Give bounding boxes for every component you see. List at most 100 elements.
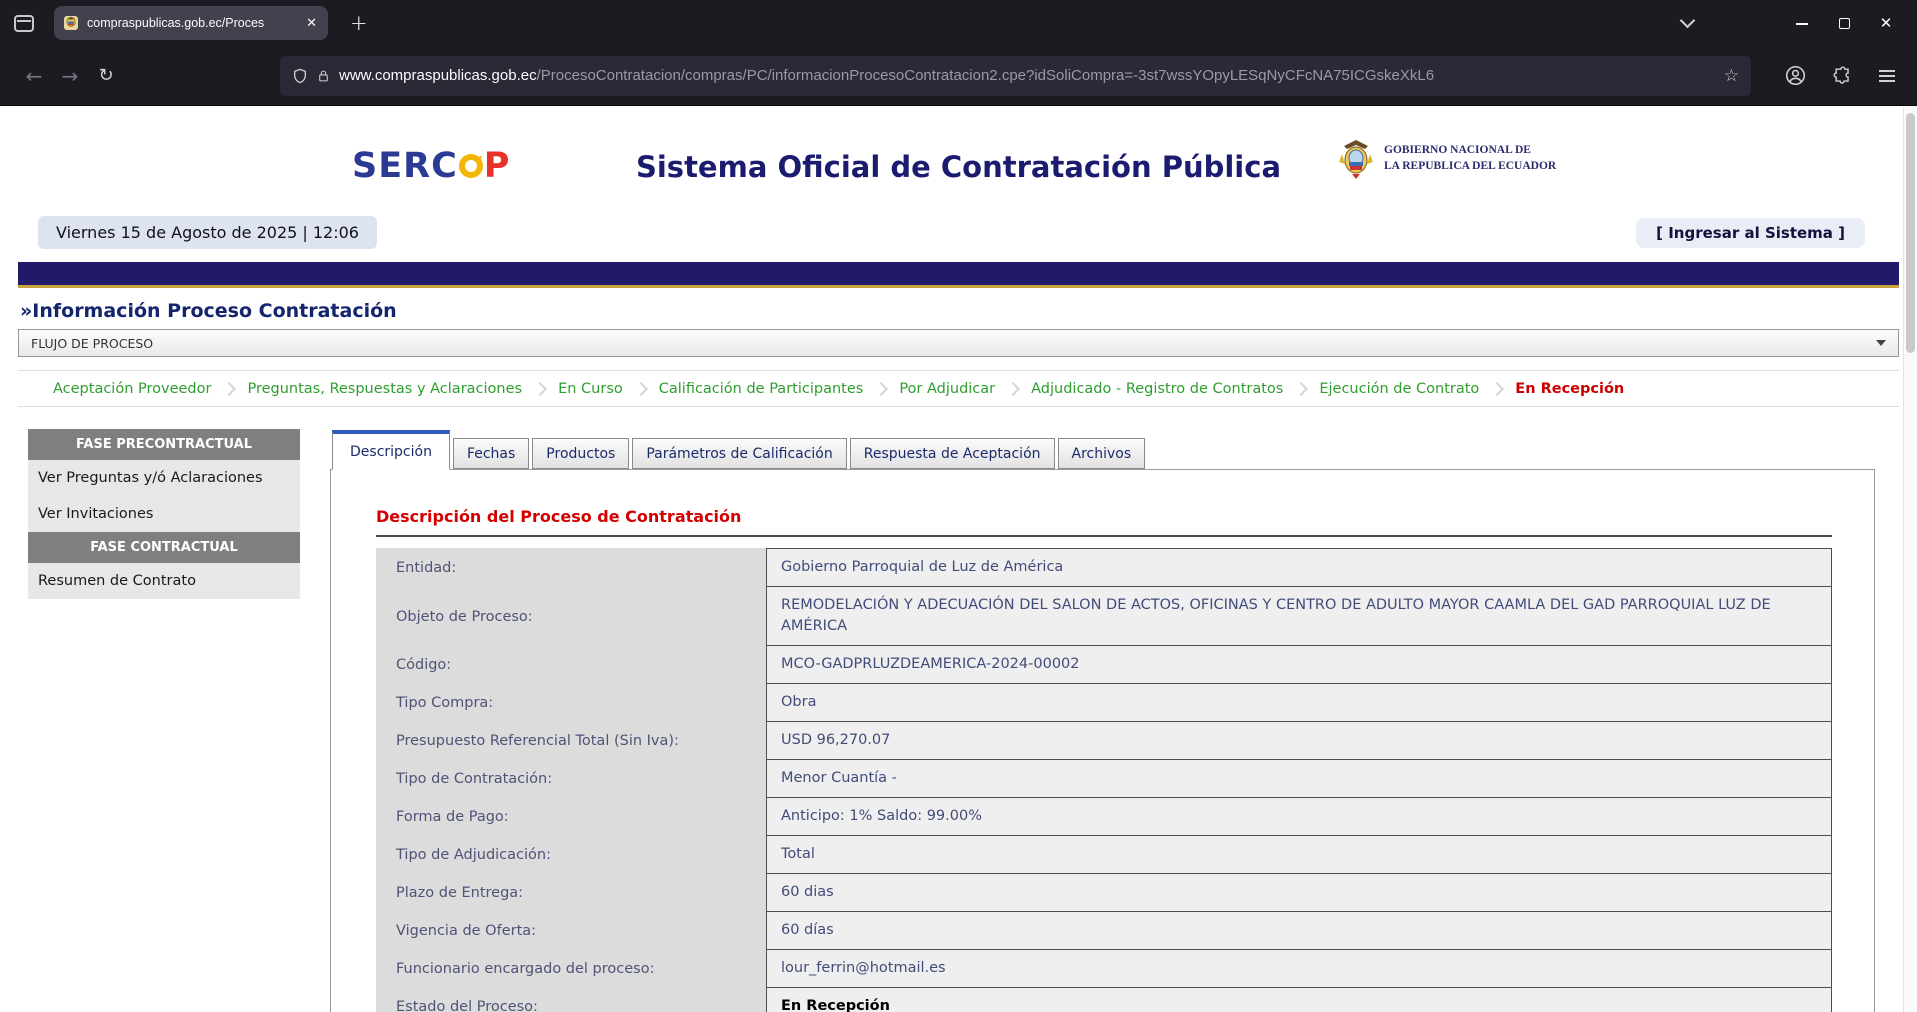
table-row: Tipo Compra:Obra <box>376 684 1832 722</box>
window-maximize-button[interactable] <box>1823 14 1865 32</box>
process-steps-breadcrumb: Aceptación Proveedor Preguntas, Respuest… <box>18 370 1899 407</box>
row-value: Anticipo: 1% Saldo: 99.00% <box>766 798 1832 836</box>
menu-hamburger-icon[interactable] <box>1879 67 1895 85</box>
process-flow-select-label: FLUJO DE PROCESO <box>31 336 153 351</box>
row-value: USD 96,270.07 <box>766 722 1832 760</box>
row-value: Total <box>766 836 1832 874</box>
navy-divider-bar <box>18 262 1899 288</box>
url-text: www.compraspublicas.gob.ec/ProcesoContra… <box>339 67 1715 84</box>
list-all-tabs-icon[interactable] <box>1680 13 1696 29</box>
sidebar: FASE PRECONTRACTUAL Ver Preguntas y/ó Ac… <box>28 429 300 599</box>
account-icon[interactable] <box>1785 65 1806 86</box>
table-row: Funcionario encargado del proceso:lour_f… <box>376 950 1832 988</box>
reload-icon[interactable]: ↻ <box>88 65 124 86</box>
row-value: MCO-GADPRLUZDEAMERICA-2024-00002 <box>766 646 1832 684</box>
row-label: Forma de Pago: <box>376 798 766 836</box>
date-login-row: Viernes 15 de Agosto de 2025 | 12:06 [ I… <box>0 210 1917 249</box>
window-minimize-button[interactable] <box>1781 14 1823 32</box>
browser-nav-bar: ← → ↻ www.compraspublicas.gob.ec/Proceso… <box>0 46 1917 106</box>
browser-tab[interactable]: compraspublicas.gob.ec/Proces ✕ <box>54 6 328 40</box>
table-row: Vigencia de Oferta:60 días <box>376 912 1832 950</box>
tab-productos[interactable]: Productos <box>532 438 629 469</box>
nav-right-cluster <box>1785 65 1895 86</box>
url-host: www.compraspublicas.gob.ec <box>339 67 537 84</box>
step-calificacion-participantes[interactable]: Calificación de Participantes <box>646 381 877 397</box>
tab-close-icon[interactable]: ✕ <box>304 16 319 31</box>
table-row: Objeto de Proceso:REMODELACIÓN Y ADECUAC… <box>376 587 1832 646</box>
row-label: Tipo de Contratación: <box>376 760 766 798</box>
row-value: 60 días <box>766 912 1832 950</box>
tracking-shield-icon[interactable] <box>292 67 308 85</box>
firefox-view-icon[interactable] <box>14 15 34 32</box>
table-row: Tipo de Adjudicación:Total <box>376 836 1832 874</box>
row-label: Código: <box>376 646 766 684</box>
table-row: Plazo de Entrega:60 dias <box>376 874 1832 912</box>
sidebar-item-ver-invitaciones[interactable]: Ver Invitaciones <box>28 496 300 532</box>
browser-window: compraspublicas.gob.ec/Proces ✕ + ✕ ← → … <box>0 0 1917 1012</box>
site-favicon-icon <box>63 15 79 31</box>
page-scrollbar[interactable] <box>1903 107 1917 1012</box>
row-label: Funcionario encargado del proceso: <box>376 950 766 988</box>
process-detail-table: Entidad:Gobierno Parroquial de Luz de Am… <box>376 548 1832 1012</box>
main-content: Descripción Fechas Productos Parámetros … <box>330 429 1875 1012</box>
process-flow-select[interactable]: FLUJO DE PROCESO <box>18 329 1899 357</box>
site-title: Sistema Oficial de Contratación Pública <box>0 150 1917 184</box>
detail-tabs: Descripción Fechas Productos Parámetros … <box>330 429 1875 469</box>
table-row: Tipo de Contratación:Menor Cuantía - <box>376 760 1832 798</box>
url-bar[interactable]: www.compraspublicas.gob.ec/ProcesoContra… <box>280 56 1751 96</box>
government-logo-line2: LA REPUBLICA DEL ECUADOR <box>1384 159 1556 175</box>
ecuador-coat-of-arms-icon <box>1338 136 1374 182</box>
bookmark-star-icon[interactable]: ☆ <box>1724 66 1739 86</box>
row-label: Presupuesto Referencial Total (Sin Iva): <box>376 722 766 760</box>
step-adjudicado-registro[interactable]: Adjudicado - Registro de Contratos <box>1018 381 1296 397</box>
back-icon[interactable]: ← <box>16 64 52 88</box>
step-ejecucion-contrato[interactable]: Ejecución de Contrato <box>1306 381 1492 397</box>
sidebar-item-resumen-contrato[interactable]: Resumen de Contrato <box>28 563 300 599</box>
new-tab-button[interactable]: + <box>344 11 374 35</box>
table-row: Estado del Proceso:En Recepción <box>376 988 1832 1012</box>
window-close-button[interactable]: ✕ <box>1865 14 1907 32</box>
content-body: FASE PRECONTRACTUAL Ver Preguntas y/ó Ac… <box>0 429 1917 1012</box>
government-logo-text: GOBIERNO NACIONAL DE LA REPUBLICA DEL EC… <box>1384 143 1556 174</box>
tab-archivos[interactable]: Archivos <box>1058 438 1146 469</box>
forward-icon[interactable]: → <box>52 64 88 88</box>
row-label: Estado del Proceso: <box>376 988 766 1012</box>
government-logo: GOBIERNO NACIONAL DE LA REPUBLICA DEL EC… <box>1338 136 1556 182</box>
row-value: REMODELACIÓN Y ADECUACIÓN DEL SALON DE A… <box>766 587 1832 646</box>
sidebar-header-precontractual: FASE PRECONTRACTUAL <box>28 429 300 460</box>
select-dropdown-arrow-icon <box>1876 340 1886 346</box>
row-value: lour_ferrin@hotmail.es <box>766 950 1832 988</box>
row-value: Menor Cuantía - <box>766 760 1832 798</box>
tab-fechas[interactable]: Fechas <box>453 438 529 469</box>
table-row: Forma de Pago:Anticipo: 1% Saldo: 99.00% <box>376 798 1832 836</box>
tab-respuesta-aceptacion[interactable]: Respuesta de Aceptación <box>850 438 1055 469</box>
step-en-recepcion-current: En Recepción <box>1502 381 1637 397</box>
sidebar-item-ver-preguntas[interactable]: Ver Preguntas y/ó Aclaraciones <box>28 460 300 496</box>
step-preguntas-respuestas[interactable]: Preguntas, Respuestas y Aclaraciones <box>234 381 535 397</box>
row-label: Tipo de Adjudicación: <box>376 836 766 874</box>
step-aceptacion-proveedor[interactable]: Aceptación Proveedor <box>40 381 224 397</box>
lock-icon[interactable] <box>317 68 330 84</box>
site-header: SERCP Sistema Oficial de Contratación Pú… <box>0 106 1917 210</box>
current-date-time: Viernes 15 de Agosto de 2025 | 12:06 <box>38 216 377 249</box>
browser-tab-bar: compraspublicas.gob.ec/Proces ✕ + ✕ <box>0 0 1917 46</box>
sidebar-header-contractual: FASE CONTRACTUAL <box>28 532 300 563</box>
tab-descripcion[interactable]: Descripción <box>332 430 450 470</box>
table-row: Código:MCO-GADPRLUZDEAMERICA-2024-00002 <box>376 646 1832 684</box>
row-value: 60 dias <box>766 874 1832 912</box>
row-value: Obra <box>766 684 1832 722</box>
row-value-status: En Recepción <box>766 988 1832 1012</box>
step-por-adjudicar[interactable]: Por Adjudicar <box>886 381 1008 397</box>
table-row: Entidad:Gobierno Parroquial de Luz de Am… <box>376 548 1832 587</box>
tab-parametros-calificacion[interactable]: Parámetros de Calificación <box>632 438 846 469</box>
row-label: Plazo de Entrega: <box>376 874 766 912</box>
description-section-title: Descripción del Proceso de Contratación <box>376 507 1832 537</box>
table-row: Presupuesto Referencial Total (Sin Iva):… <box>376 722 1832 760</box>
extensions-icon[interactable] <box>1833 66 1852 85</box>
row-label: Entidad: <box>376 548 766 587</box>
scrollbar-thumb[interactable] <box>1906 113 1915 353</box>
step-en-curso[interactable]: En Curso <box>545 381 636 397</box>
login-button[interactable]: [ Ingresar al Sistema ] <box>1636 218 1865 248</box>
government-logo-line1: GOBIERNO NACIONAL DE <box>1384 143 1556 159</box>
url-path: /ProcesoContratacion/compras/PC/informac… <box>537 67 1434 84</box>
